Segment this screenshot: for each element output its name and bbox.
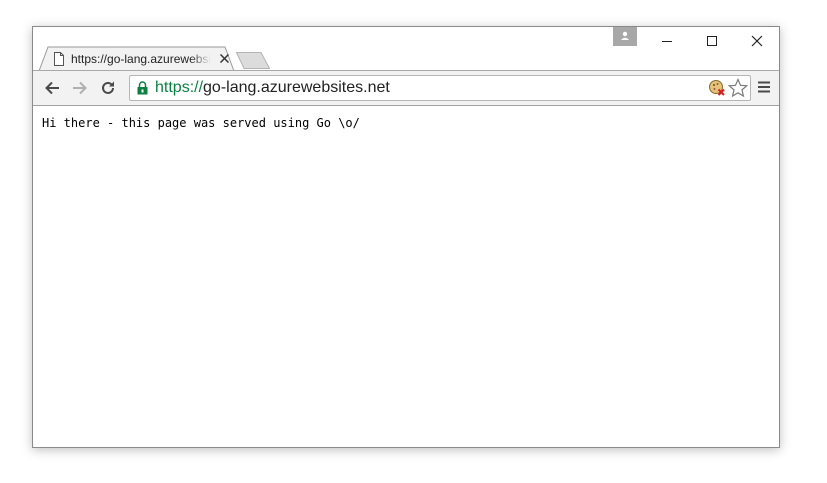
minimize-icon bbox=[662, 41, 672, 42]
profile-icon bbox=[621, 31, 629, 40]
maximize-icon bbox=[707, 36, 717, 46]
page-icon bbox=[54, 52, 64, 66]
url-text: https://go-lang.azurewebsites.net bbox=[155, 79, 390, 97]
toolbar: https://go-lang.azurewebsites.net bbox=[33, 71, 779, 106]
lock-icon bbox=[137, 81, 148, 95]
star-icon[interactable] bbox=[728, 78, 748, 98]
address-bar[interactable]: https://go-lang.azurewebsites.net bbox=[129, 75, 751, 101]
profile-button[interactable] bbox=[613, 27, 637, 46]
active-tab[interactable]: https://go-lang.azurewebsites.net bbox=[39, 46, 235, 71]
page-content: Hi there - this page was served using Go… bbox=[33, 106, 779, 447]
maximize-button[interactable] bbox=[690, 27, 734, 55]
close-window-icon bbox=[751, 35, 763, 47]
title-bar: https://go-lang.azurewebsites.net bbox=[33, 27, 779, 71]
back-arrow-icon bbox=[45, 81, 59, 95]
page-body-text: Hi there - this page was served using Go… bbox=[42, 116, 360, 130]
reload-button[interactable] bbox=[97, 77, 119, 99]
url-scheme: https:// bbox=[155, 79, 204, 96]
menu-icon[interactable] bbox=[757, 80, 771, 94]
close-icon bbox=[219, 53, 229, 63]
cookie-blocked-icon[interactable] bbox=[708, 79, 726, 97]
tab-close-button[interactable] bbox=[217, 51, 231, 65]
tab-title: https://go-lang.azurewebsites.net bbox=[71, 52, 211, 66]
new-tab-button[interactable] bbox=[236, 52, 270, 69]
minimize-button[interactable] bbox=[645, 27, 689, 55]
forward-button[interactable] bbox=[69, 77, 91, 99]
back-button[interactable] bbox=[41, 77, 63, 99]
browser-window: https://go-lang.azurewebsites.net bbox=[32, 26, 780, 448]
forward-arrow-icon bbox=[73, 81, 87, 95]
reload-icon bbox=[102, 81, 114, 94]
close-window-button[interactable] bbox=[735, 27, 779, 55]
url-host: go-lang.azurewebsites.net bbox=[203, 79, 390, 96]
